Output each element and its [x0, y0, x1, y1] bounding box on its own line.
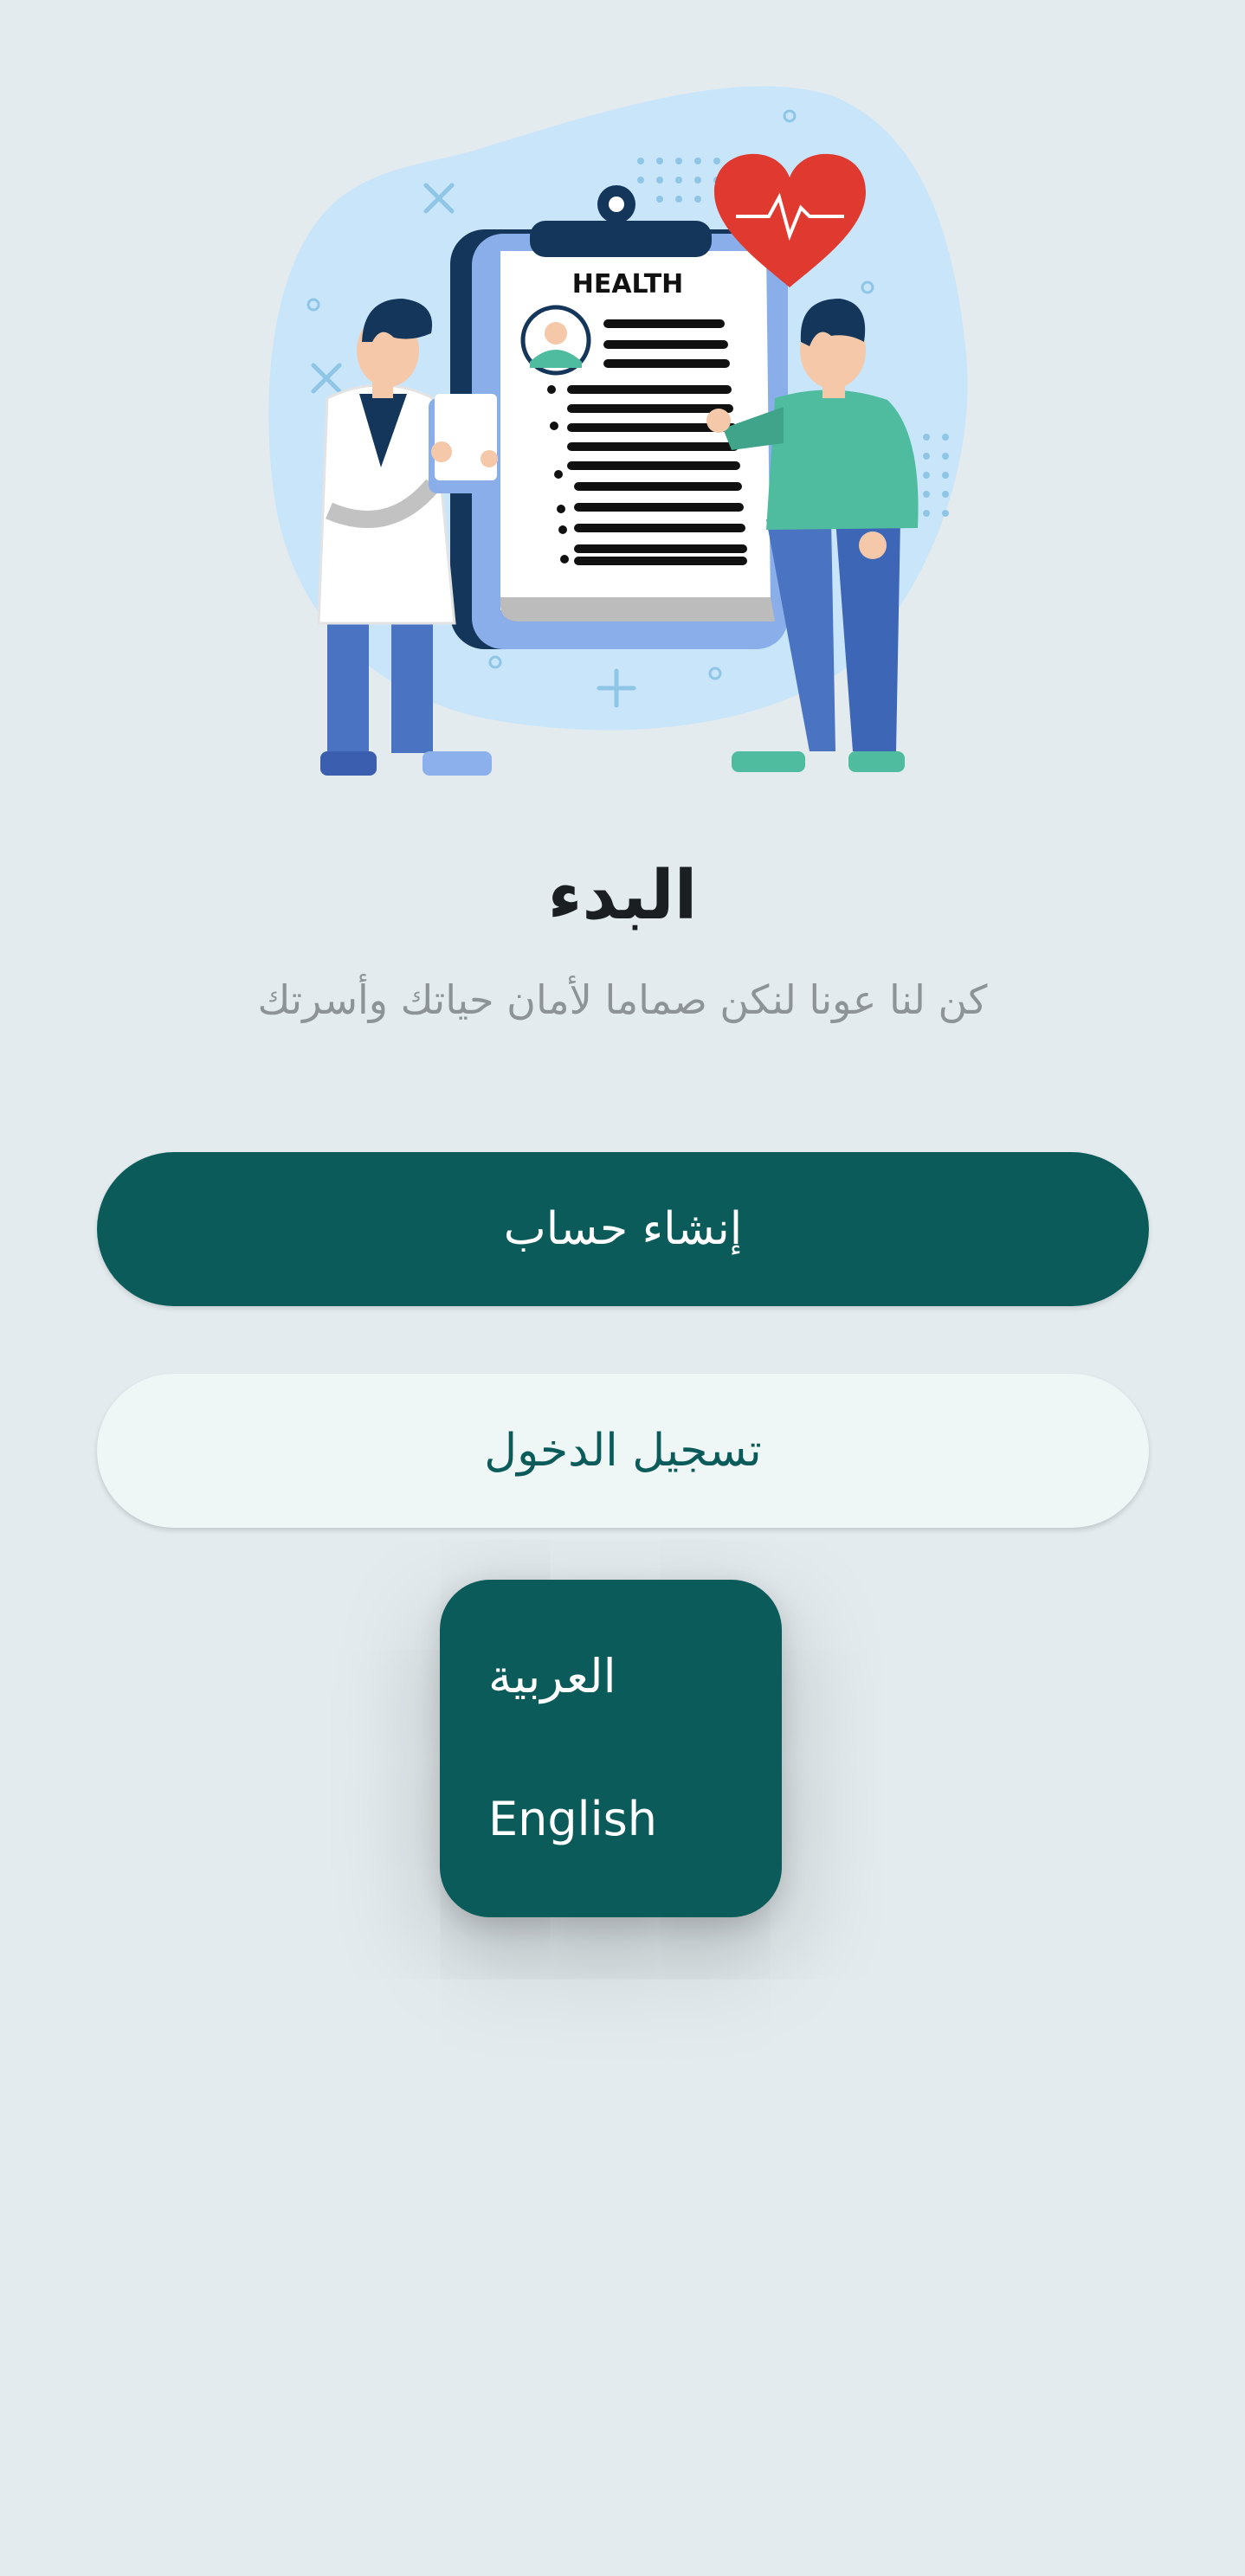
page-title: البدء: [547, 857, 698, 935]
login-button[interactable]: تسجيل الدخول: [97, 1374, 1149, 1528]
page-subtitle: كن لنا عونا لنكن صماما لأمان حياتك وأسرت…: [257, 976, 988, 1023]
health-illustration: HEALTH: [268, 86, 968, 776]
create-account-button[interactable]: إنشاء حساب: [97, 1152, 1149, 1306]
clipboard: [450, 185, 788, 649]
language-option-english[interactable]: English: [488, 1792, 657, 1846]
clipboard-title: HEALTH: [572, 269, 684, 299]
clipboard-avatar: [520, 305, 591, 376]
language-option-arabic[interactable]: العربية: [488, 1649, 616, 1703]
create-account-label: إنشاء حساب: [503, 1203, 743, 1255]
login-label: تسجيل الدخول: [484, 1425, 762, 1477]
language-menu: العربية English: [440, 1580, 782, 1917]
